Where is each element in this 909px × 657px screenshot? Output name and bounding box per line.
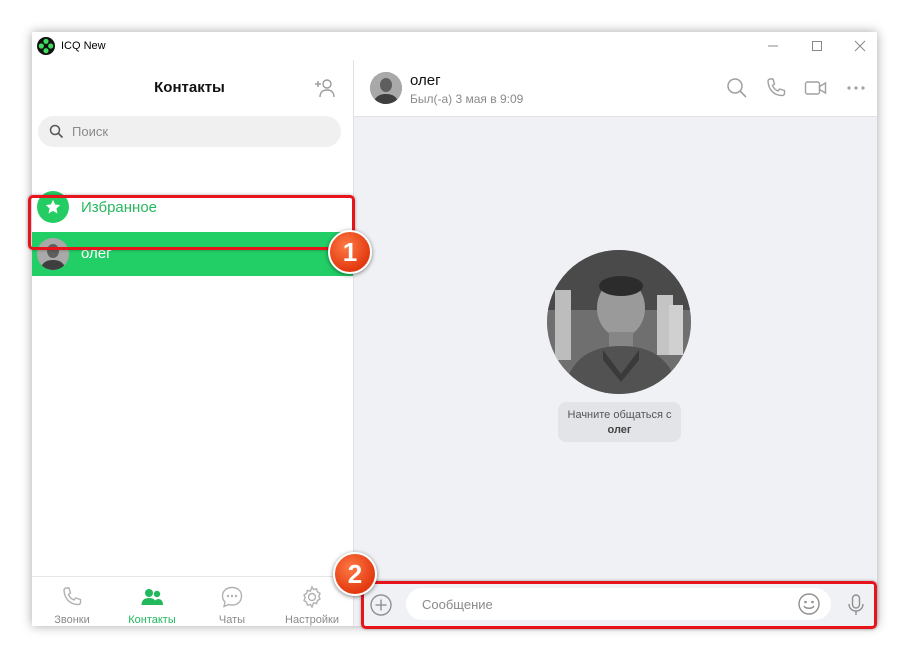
- close-button[interactable]: [840, 32, 877, 60]
- search-box[interactable]: [38, 116, 341, 147]
- nav-calls-label: Звонки: [54, 614, 90, 626]
- more-icon[interactable]: [844, 76, 868, 100]
- add-contact-icon[interactable]: [313, 76, 337, 100]
- close-icon: [854, 40, 866, 52]
- phone-icon[interactable]: [764, 76, 788, 100]
- start-chat-hint: Начните общаться с олег: [558, 402, 681, 442]
- maximize-icon: [812, 41, 822, 51]
- chat-contact-name[interactable]: олег: [410, 72, 441, 89]
- sidebar-title: Контакты: [154, 79, 225, 96]
- nav-chats-label: Чаты: [218, 614, 246, 626]
- search-icon[interactable]: [725, 76, 749, 100]
- chat-panel: олег Был(-а) 3 мая в 9:09 Начните общать…: [354, 60, 877, 626]
- nav-chats[interactable]: Чаты: [192, 577, 272, 626]
- phone-icon: [63, 587, 82, 606]
- step-badge-1: 1: [328, 230, 372, 274]
- icq-logo-icon: [37, 37, 55, 55]
- nav-contacts-label: Контакты: [128, 614, 176, 626]
- search-icon: [49, 124, 64, 139]
- minimize-icon: [768, 45, 778, 47]
- contact-photo: [547, 250, 691, 394]
- settings-icon: [303, 585, 321, 609]
- start-chat-text: Начните общаться с: [567, 409, 672, 421]
- chat-icon: [221, 586, 243, 608]
- start-chat-name: олег: [607, 424, 632, 436]
- highlight-box-contact: [28, 195, 355, 250]
- last-seen-status: Был(-а) 3 мая в 9:09: [410, 92, 524, 106]
- maximize-button[interactable]: [797, 32, 837, 60]
- video-camera-icon[interactable]: [804, 76, 828, 100]
- contacts-icon: [141, 589, 163, 605]
- nav-calls[interactable]: Звонки: [32, 577, 112, 626]
- icq-window: ICQ New Контакты Поиск Избранное олег Зв…: [32, 32, 877, 626]
- nav-settings-label: Настройки: [285, 614, 339, 626]
- window-title: ICQ New: [61, 40, 106, 52]
- minimize-button[interactable]: [753, 32, 793, 60]
- sidebar: Контакты Избранное: [32, 60, 354, 626]
- nav-contacts[interactable]: Контакты: [112, 577, 192, 626]
- search-input[interactable]: [72, 122, 327, 141]
- chat-header: олег Был(-а) 3 мая в 9:09: [354, 60, 877, 117]
- highlight-box-input: [361, 581, 877, 629]
- avatar[interactable]: [370, 72, 402, 104]
- title-bar: ICQ New: [32, 32, 877, 60]
- bottom-nav: Звонки Контакты Чаты Настройки: [32, 576, 353, 626]
- step-badge-2: 2: [333, 552, 377, 596]
